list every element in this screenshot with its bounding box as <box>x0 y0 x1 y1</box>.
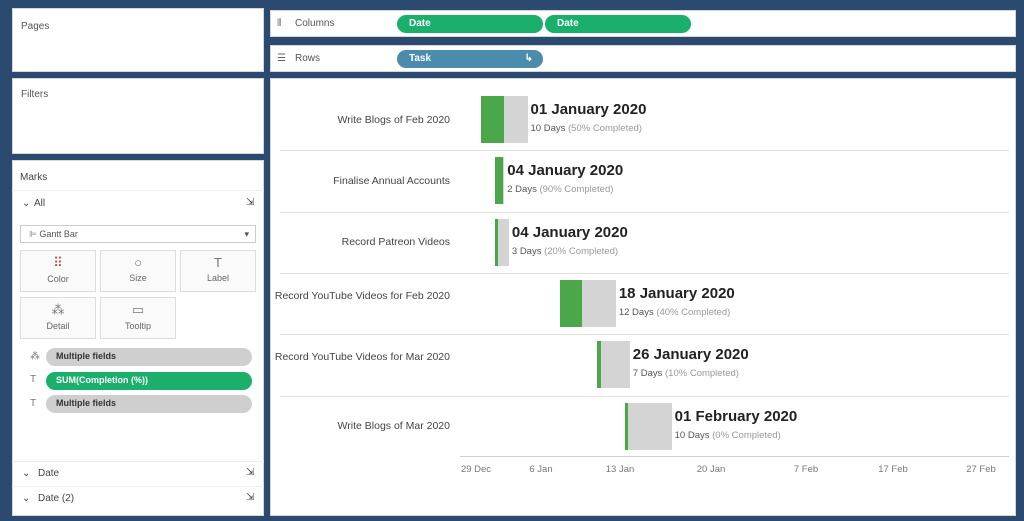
text-icon: T <box>30 398 37 409</box>
marks-pill-fields-2[interactable]: Multiple fields <box>46 395 252 413</box>
columns-pill-date-1[interactable]: Date <box>397 15 543 33</box>
marks-date2-row[interactable]: ⌄ Date (2) ⇲ <box>12 486 264 510</box>
color-button[interactable]: ⠿ Color <box>20 250 96 292</box>
gantt-bar-completed[interactable] <box>597 341 601 389</box>
gantt-bar-completed[interactable] <box>625 402 629 450</box>
detail-icon: ⁂ <box>51 302 65 317</box>
filters-title: Filters <box>21 89 49 100</box>
pages-card: Pages <box>12 8 264 72</box>
days-text: 2 Days <box>507 184 540 196</box>
duration-label: 10 Days (0% Completed) <box>675 430 781 441</box>
mark-type-dropdown[interactable]: ⊫ Gantt Bar ▾ <box>20 225 256 243</box>
date-label: 18 January 2020 <box>618 284 735 302</box>
row-separator <box>280 395 1009 397</box>
x-axis-tick: 27 Feb <box>966 464 996 475</box>
marks-pill-completion[interactable]: SUM(Completion (%)) <box>46 372 252 390</box>
x-axis-tick: 29 Dec <box>460 464 492 475</box>
days-text: 10 Days <box>674 429 713 441</box>
marks-all-label: All <box>34 198 46 209</box>
x-axis-tick: 13 Jan <box>605 464 635 475</box>
marks-date-label: Date <box>38 468 60 479</box>
duration-label: 10 Days (50% Completed) <box>531 123 642 134</box>
marks-date-row[interactable]: ⌄ Date ⇲ <box>12 461 264 485</box>
columns-label: Columns <box>295 18 335 29</box>
duration-label: 12 Days (40% Completed) <box>619 307 730 318</box>
percent-text: (90% Completed) <box>539 184 614 196</box>
marks-options-icon[interactable]: ⇲ <box>246 492 254 503</box>
date-label: 04 January 2020 <box>507 162 624 180</box>
gantt-bar-completed[interactable] <box>560 279 583 327</box>
days-text: 12 Days <box>618 306 657 318</box>
rows-label: Rows <box>295 53 321 64</box>
pages-title: Pages <box>21 21 50 32</box>
task-label: Write Blogs of Feb 2020 <box>337 113 450 126</box>
days-text: 7 Days <box>632 368 666 380</box>
label-icon: T <box>214 255 222 270</box>
duration-label: 3 Days (20% Completed) <box>512 246 618 257</box>
chevron-down-icon: ▾ <box>244 229 249 239</box>
days-text: 3 Days <box>511 245 545 257</box>
gantt-bar-remaining[interactable] <box>625 402 672 450</box>
rows-pill-task-label: Task <box>409 53 432 64</box>
percent-text: (40% Completed) <box>656 306 731 318</box>
chevron-down-icon: ⌄ <box>22 493 31 504</box>
percent-text: (10% Completed) <box>665 368 739 380</box>
days-text: 10 Days <box>530 123 568 134</box>
rows-pill-task[interactable]: Task ↳ <box>397 50 543 68</box>
percent-text: (0% Completed) <box>712 429 781 441</box>
columns-icon: ⦀ <box>277 18 282 29</box>
size-button[interactable]: ○ Size <box>100 250 176 292</box>
sort-icon: ↳ <box>524 53 533 64</box>
marks-pill-fields-1[interactable]: Multiple fields <box>46 348 252 366</box>
x-axis-tick: 7 Feb <box>793 464 819 475</box>
tooltip-icon: ▭ <box>131 302 145 317</box>
tooltip-button[interactable]: ▭ Tooltip <box>100 297 176 339</box>
date-label: 01 January 2020 <box>530 101 647 118</box>
x-axis-line <box>460 456 1009 457</box>
row-separator <box>280 150 1009 152</box>
columns-shelf[interactable]: ⦀ Columns Date Date <box>270 10 1016 37</box>
detail-button[interactable]: ⁂ Detail <box>20 297 96 339</box>
filters-card: Filters <box>12 78 264 154</box>
marks-all-row[interactable]: ⌄ All ⇲ <box>12 190 264 214</box>
row-separator <box>280 272 1009 274</box>
row-separator <box>280 334 1009 336</box>
row-separator <box>280 211 1009 213</box>
task-label: Record YouTube Videos for Mar 2020 <box>274 350 450 363</box>
gantt-icon: ⊫ <box>29 229 40 239</box>
date-label: 04 January 2020 <box>511 223 628 241</box>
size-icon: ○ <box>134 255 142 270</box>
text-icon: T <box>30 374 37 385</box>
label-button[interactable]: T Label <box>180 250 256 292</box>
x-axis-tick: 6 Jan <box>529 464 553 475</box>
detail-icon: ⁂ <box>30 351 40 362</box>
marks-options-icon[interactable]: ⇲ <box>246 197 254 208</box>
gantt-bar-completed[interactable] <box>494 157 504 205</box>
percent-text: (20% Completed) <box>544 245 619 257</box>
marks-title: Marks <box>20 172 48 183</box>
duration-label: 2 Days (90% Completed) <box>507 184 613 195</box>
gantt-bar-completed[interactable] <box>494 218 498 266</box>
date-label: 26 January 2020 <box>632 346 749 364</box>
rows-icon: ☰ <box>277 53 286 64</box>
task-label: Finalise Annual Accounts <box>333 174 450 187</box>
x-axis-tick: 17 Feb <box>878 464 908 475</box>
task-label: Record Patreon Videos <box>341 236 450 249</box>
task-label: Record YouTube Videos for Feb 2020 <box>274 289 450 302</box>
duration-label: 7 Days (10% Completed) <box>633 368 739 379</box>
color-icon: ⠿ <box>53 255 63 270</box>
date-label: 01 February 2020 <box>674 407 798 425</box>
columns-pill-date-2[interactable]: Date <box>545 15 691 33</box>
gantt-bar-completed[interactable] <box>481 96 505 143</box>
chevron-down-icon: ⌄ <box>22 198 31 209</box>
gantt-bar-remaining[interactable] <box>597 341 630 389</box>
percent-text: (50% Completed) <box>568 123 642 134</box>
task-label: Write Blogs of Mar 2020 <box>337 420 450 433</box>
marks-date2-label: Date (2) <box>38 493 75 504</box>
rows-shelf[interactable]: ☰ Rows Task ↳ <box>270 45 1016 72</box>
marks-options-icon[interactable]: ⇲ <box>246 467 254 478</box>
chevron-down-icon: ⌄ <box>22 468 31 479</box>
mark-type-value: Gantt Bar <box>39 229 78 239</box>
x-axis-tick: 20 Jan <box>696 464 726 475</box>
